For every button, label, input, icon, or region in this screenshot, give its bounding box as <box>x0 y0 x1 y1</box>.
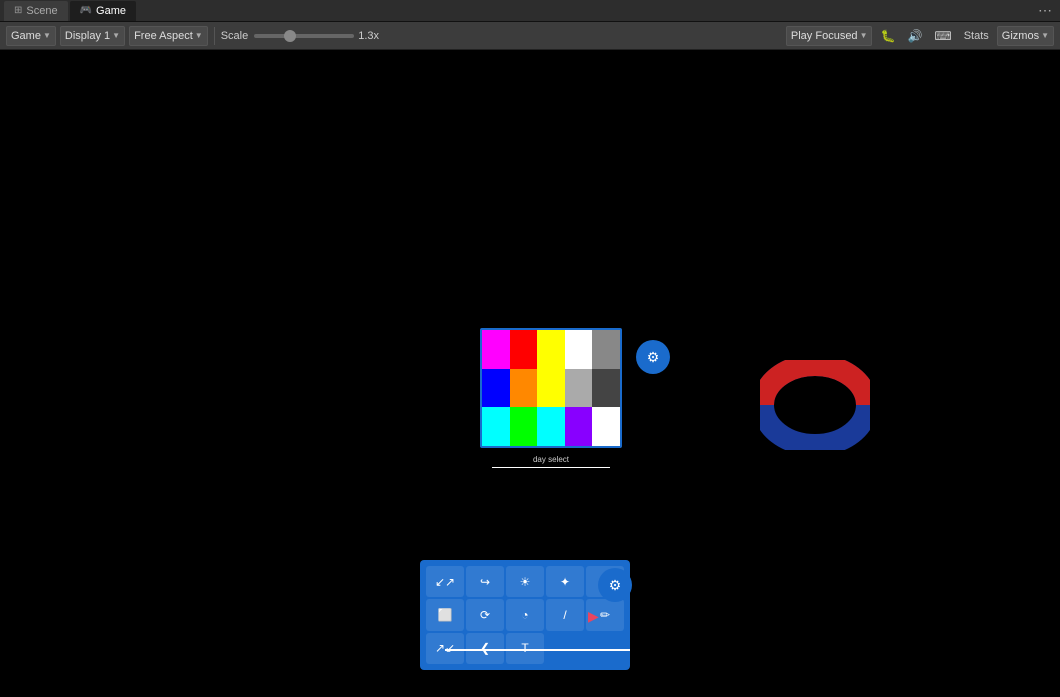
play-focused-dropdown[interactable]: Play Focused ▼ <box>786 26 873 46</box>
color-cell <box>565 369 593 408</box>
tool-button-7[interactable]: ◔ <box>506 599 544 630</box>
blue-circle-top-button[interactable]: ⚙ <box>636 340 670 374</box>
torus-object <box>760 360 870 450</box>
tab-more-button[interactable]: ⋯ <box>1038 2 1056 19</box>
play-focused-label: Play Focused <box>791 30 858 42</box>
gizmos-dropdown[interactable]: Gizmos ▼ <box>997 26 1054 46</box>
play-focused-arrow: ▼ <box>860 31 868 40</box>
scale-slider-container[interactable]: 1.3x <box>254 30 379 42</box>
gizmos-arrow: ▼ <box>1041 31 1049 40</box>
aspect-dropdown-arrow: ▼ <box>195 31 203 40</box>
scale-label: Scale <box>221 30 249 42</box>
tool-button-1[interactable]: ↪ <box>466 566 504 597</box>
stats-button[interactable]: Stats <box>960 26 993 46</box>
game-dropdown-arrow: ▼ <box>43 31 51 40</box>
scene-tab-icon: ⊞ <box>14 5 22 16</box>
color-test-card: day select <box>480 328 622 448</box>
color-cell <box>537 407 565 446</box>
aspect-dropdown-label: Free Aspect <box>134 30 193 42</box>
display-dropdown[interactable]: Display 1 ▼ <box>60 26 125 46</box>
color-cell <box>482 407 510 446</box>
blue-circle-bottom-icon: ⚙ <box>609 577 622 594</box>
color-card-label: day select <box>533 455 569 464</box>
audio-icon-button[interactable]: 🔊 <box>903 26 926 46</box>
game-tab-label: Game <box>96 5 126 17</box>
blue-circle-bottom-button[interactable]: ⚙ <box>598 568 632 602</box>
color-cell <box>592 407 620 446</box>
tab-bar: ⊞ Scene 🎮 Game ⋯ <box>0 0 1060 22</box>
tool-button-6[interactable]: ⟳ <box>466 599 504 630</box>
game-viewport: day select ⚙ ↙↗↪☀✦⌐⬜⟳◔/✏↗↙❮T ⚙ ▶ <box>0 50 1060 697</box>
display-dropdown-arrow: ▼ <box>112 31 120 40</box>
color-cell <box>537 330 565 369</box>
scale-value: 1.3x <box>358 30 379 42</box>
tool-button-8[interactable]: / <box>546 599 584 630</box>
color-cell <box>510 369 538 408</box>
tool-button-9[interactable]: ✏ <box>586 599 624 630</box>
game-dropdown[interactable]: Game ▼ <box>6 26 56 46</box>
color-cell <box>510 330 538 369</box>
color-cell <box>510 407 538 446</box>
tab-scene[interactable]: ⊞ Scene <box>4 1 68 21</box>
aspect-dropdown[interactable]: Free Aspect ▼ <box>129 26 208 46</box>
color-cell <box>537 369 565 408</box>
tool-button-5[interactable]: ⬜ <box>426 599 464 630</box>
color-cell <box>592 330 620 369</box>
color-cell <box>592 369 620 408</box>
color-cell <box>565 407 593 446</box>
game-tab-icon: 🎮 <box>80 5 92 16</box>
tab-game[interactable]: 🎮 Game <box>70 1 136 21</box>
color-card-underline <box>492 467 610 468</box>
tool-panel: ↙↗↪☀✦⌐⬜⟳◔/✏↗↙❮T <box>420 560 630 670</box>
tool-panel-underline <box>445 649 630 651</box>
tool-button-2[interactable]: ☀ <box>506 566 544 597</box>
scene-tab-label: Scene <box>26 5 57 17</box>
keyboard-icon-button[interactable]: ⌨ <box>930 26 955 46</box>
bug-icon-button[interactable]: 🐛 <box>876 26 899 46</box>
blue-circle-top-icon: ⚙ <box>647 349 660 366</box>
display-dropdown-label: Display 1 <box>65 30 110 42</box>
game-toolbar: Game ▼ Display 1 ▼ Free Aspect ▼ Scale 1… <box>0 22 1060 50</box>
color-cell <box>482 330 510 369</box>
gizmos-label: Gizmos <box>1002 30 1039 42</box>
tool-button-0[interactable]: ↙↗ <box>426 566 464 597</box>
color-grid <box>482 330 620 446</box>
game-dropdown-label: Game <box>11 30 41 42</box>
scale-slider[interactable] <box>254 34 354 38</box>
separator-1 <box>214 27 215 45</box>
scale-slider-thumb <box>284 30 296 42</box>
color-cell <box>565 330 593 369</box>
tool-button-3[interactable]: ✦ <box>546 566 584 597</box>
color-cell <box>482 369 510 408</box>
